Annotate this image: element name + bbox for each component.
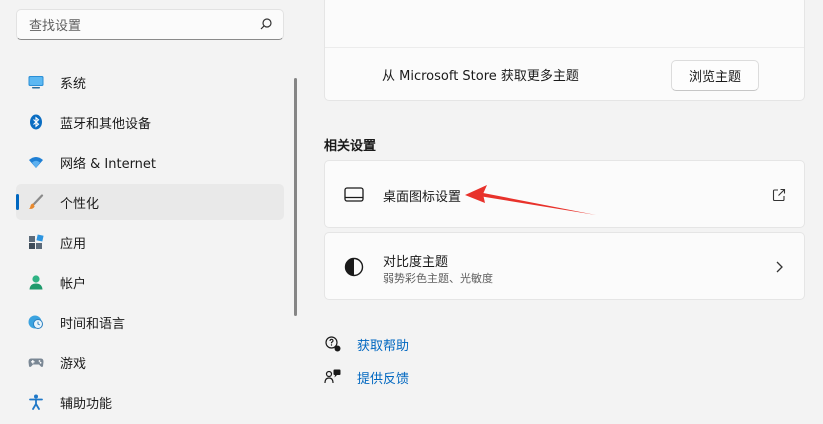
sidebar-item-label: 个性化	[60, 197, 100, 212]
row-title: 桌面图标设置	[383, 190, 462, 205]
sidebar-item-personalization[interactable]: 个性化	[16, 184, 284, 220]
sidebar-item-label: 系统	[60, 77, 87, 92]
sidebar-item-apps[interactable]: 应用	[16, 224, 284, 260]
sidebar-item-label: 游戏	[60, 357, 87, 372]
brush-icon	[28, 194, 44, 209]
browse-themes-button[interactable]: 浏览主题	[671, 60, 759, 91]
search-box[interactable]	[16, 9, 284, 40]
row-subtitle: 弱势彩色主题、光敏度	[383, 272, 493, 285]
sidebar-item-label: 蓝牙和其他设备	[60, 117, 152, 132]
active-indicator	[16, 194, 19, 210]
get-help-link[interactable]: 获取帮助	[357, 335, 409, 354]
sidebar-item-bluetooth[interactable]: 蓝牙和其他设备	[16, 104, 284, 140]
desktop-icon	[344, 187, 364, 202]
external-link-icon	[772, 188, 786, 202]
sidebar-nav: 系统 蓝牙和其他设备 网络 & Internet 个性化 应用 帐户 时间和语言…	[16, 64, 284, 424]
store-text: 从 Microsoft Store 获取更多主题	[382, 69, 579, 84]
desktop-icon-settings-row[interactable]: 桌面图标设置	[324, 160, 805, 228]
contrast-icon	[344, 257, 364, 277]
sidebar-item-accounts[interactable]: 帐户	[16, 264, 284, 300]
bluetooth-icon	[30, 114, 42, 130]
monitor-icon	[28, 76, 44, 89]
theme-store-card: 从 Microsoft Store 获取更多主题 浏览主题	[324, 0, 805, 101]
help-icon	[325, 336, 341, 352]
sidebar-scrollbar[interactable]	[294, 78, 297, 316]
sidebar-item-label: 应用	[60, 237, 87, 252]
accessibility-icon	[29, 394, 43, 410]
sidebar-item-label: 网络 & Internet	[60, 157, 157, 172]
chevron-right-icon	[776, 261, 783, 273]
section-title: 相关设置	[324, 139, 377, 154]
wifi-icon	[29, 157, 43, 168]
card-divider	[325, 47, 804, 48]
feedback-icon	[324, 369, 341, 384]
sidebar-item-time-language[interactable]: 时间和语言	[16, 304, 284, 340]
sidebar-item-accessibility[interactable]: 辅助功能	[16, 384, 284, 420]
search-icon[interactable]	[259, 17, 273, 31]
feedback-link[interactable]: 提供反馈	[357, 368, 409, 387]
sidebar-item-gaming[interactable]: 游戏	[16, 344, 284, 380]
sidebar-item-label: 时间和语言	[60, 317, 126, 332]
row-title: 对比度主题	[383, 255, 449, 270]
search-input[interactable]	[27, 16, 251, 36]
sidebar-item-system[interactable]: 系统	[16, 64, 284, 100]
contrast-themes-row[interactable]: 对比度主题 弱势彩色主题、光敏度	[324, 232, 805, 300]
sidebar-item-label: 帐户	[60, 277, 87, 292]
gamepad-icon	[28, 358, 44, 367]
apps-icon	[29, 234, 44, 249]
clock-globe-icon	[28, 315, 43, 329]
person-icon	[29, 275, 43, 290]
sidebar-item-label: 辅助功能	[60, 397, 113, 412]
sidebar-item-network[interactable]: 网络 & Internet	[16, 144, 284, 180]
